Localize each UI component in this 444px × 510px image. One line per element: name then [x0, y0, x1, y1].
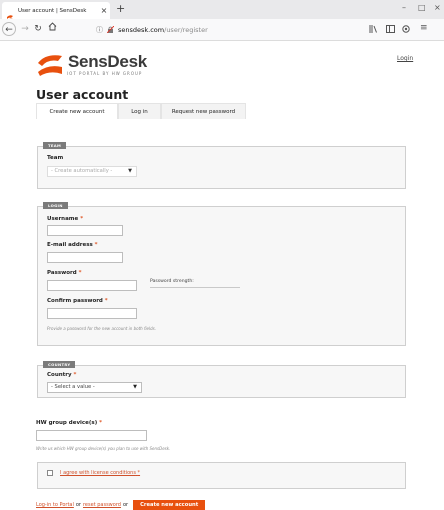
- browser-tab-bar: User account | SensDesk × + – □ ×: [0, 0, 444, 21]
- country-select[interactable]: - Select a value - ▼: [47, 382, 142, 393]
- window-close-icon[interactable]: ×: [434, 3, 441, 12]
- team-fieldset: TEAM Team - Create automatically - ▼: [37, 142, 406, 189]
- password-strength-label: Password strength:: [150, 279, 194, 284]
- license-checkbox[interactable]: [47, 470, 53, 476]
- license-link[interactable]: I agree with license conditions *: [60, 470, 140, 476]
- tab-log-in[interactable]: Log in: [118, 103, 161, 119]
- username-input[interactable]: [47, 225, 123, 236]
- sensdesk-favicon-icon: [6, 7, 14, 21]
- country-label: Country *: [47, 372, 77, 378]
- form-actions: Log-in to Portal or reset password or Cr…: [36, 500, 206, 510]
- team-select[interactable]: - Create automatically - ▼: [47, 166, 137, 177]
- back-arrow-icon[interactable]: ←: [2, 22, 16, 36]
- password-label: Password *: [47, 270, 82, 276]
- tab-request-password[interactable]: Request new password: [161, 103, 246, 119]
- devices-label: HW group device(s) *: [36, 420, 103, 426]
- tab-close-icon[interactable]: ×: [98, 6, 110, 15]
- reset-password-link[interactable]: reset password: [83, 502, 121, 508]
- country-legend: COUNTRY: [43, 361, 76, 368]
- team-select-value: - Create automatically -: [51, 168, 113, 174]
- account-tabs: Create new account Log in Request new pa…: [36, 103, 246, 119]
- menu-icon[interactable]: ≡: [420, 23, 428, 33]
- username-label: Username *: [47, 216, 84, 222]
- library-icon[interactable]: [369, 25, 378, 35]
- window-minimize-icon[interactable]: –: [402, 3, 406, 12]
- country-select-value: - Select a value -: [51, 384, 95, 390]
- login-legend: LOGIN: [43, 202, 68, 209]
- log-in-portal-link[interactable]: Log-in to Portal: [36, 502, 74, 508]
- chevron-down-icon: ▼: [133, 384, 137, 390]
- email-label: E-mail address *: [47, 242, 98, 248]
- logo-subtitle: IOT PORTAL BY HW GROUP: [67, 71, 143, 76]
- browser-tab[interactable]: User account | SensDesk ×: [2, 2, 110, 21]
- password-input[interactable]: [47, 280, 137, 291]
- home-icon[interactable]: [45, 22, 59, 36]
- browser-tab-title: User account | SensDesk: [18, 7, 87, 14]
- country-fieldset: COUNTRY Country * - Select a value - ▼: [37, 361, 406, 398]
- devices-hint: Write us which HW group device(s) you pl…: [36, 446, 171, 451]
- address-bar[interactable]: ⓘ sensdesk.com/user/register: [96, 22, 326, 37]
- chevron-down-icon: ▼: [128, 168, 132, 174]
- password-hint: Provide a password for the new account i…: [47, 326, 156, 331]
- reload-icon[interactable]: ↻: [31, 22, 45, 36]
- sensdesk-logo-icon: [38, 55, 62, 76]
- security-lock-icon: [106, 25, 115, 34]
- email-input[interactable]: [47, 252, 123, 263]
- extension-icon[interactable]: [402, 25, 411, 35]
- page-title: User account: [36, 87, 129, 102]
- url-path: /user/register: [164, 25, 208, 34]
- window-maximize-icon[interactable]: □: [418, 3, 426, 12]
- confirm-password-label: Confirm password *: [47, 298, 108, 304]
- team-label: Team: [47, 155, 64, 161]
- browser-nav-bar: ← → ↻ ⓘ sensdesk.com/user/register ≡: [0, 19, 444, 41]
- logo-text: SensDesk: [68, 52, 147, 71]
- password-strength-bar: [150, 287, 240, 288]
- team-legend: TEAM: [43, 142, 67, 149]
- or-text-2: or: [122, 502, 129, 508]
- confirm-password-input[interactable]: [47, 308, 137, 319]
- site-info-icon[interactable]: ⓘ: [96, 25, 103, 35]
- sidebar-icon[interactable]: [386, 25, 395, 35]
- header-login-link[interactable]: Login: [397, 55, 413, 62]
- url-domain: sensdesk.com: [118, 25, 165, 34]
- license-fieldset: I agree with license conditions *: [37, 462, 406, 489]
- forward-arrow-icon[interactable]: →: [18, 22, 32, 36]
- devices-input[interactable]: [36, 430, 147, 441]
- login-fieldset: LOGIN Username * E-mail address * Passwo…: [37, 202, 406, 346]
- tab-create-account[interactable]: Create new account: [36, 103, 118, 119]
- new-tab-button[interactable]: +: [116, 2, 125, 16]
- create-account-button[interactable]: Create new account: [133, 500, 206, 510]
- or-text-1: or: [75, 502, 81, 508]
